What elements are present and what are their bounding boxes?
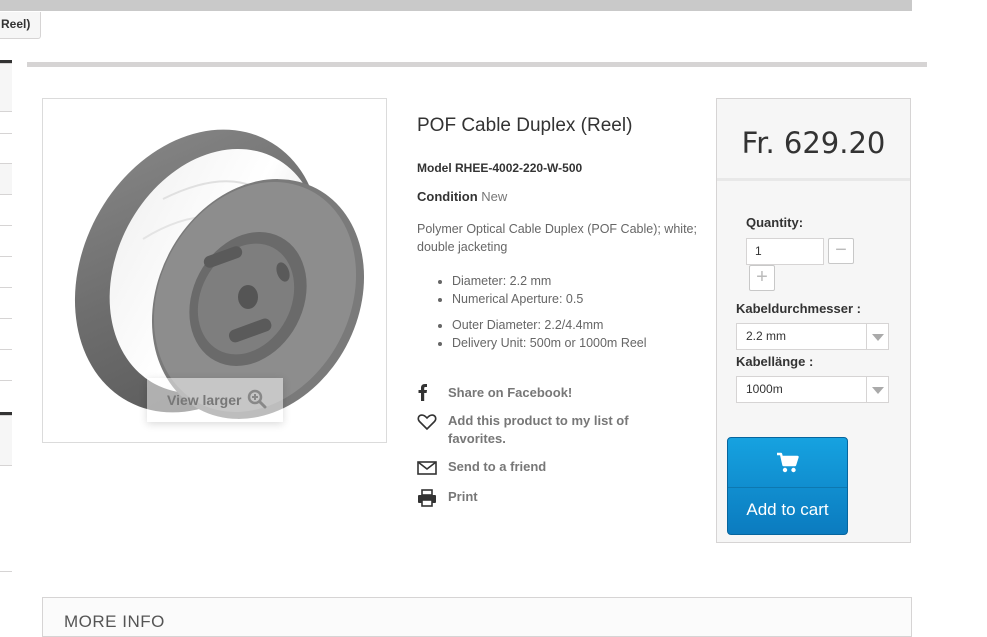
product-price: Fr. 629.20 <box>741 126 886 160</box>
spec-item: Numerical Aperture: 0.5 <box>452 290 697 308</box>
section-divider <box>27 62 927 67</box>
breadcrumb-label[interactable]: Reel) <box>1 17 30 31</box>
breadcrumb[interactable]: Reel) <box>0 12 42 39</box>
cart-button-divider <box>728 487 847 488</box>
product-model: Model RHEE-4002-220-W-500 <box>417 161 697 175</box>
add-to-cart-button[interactable]: Add to cart <box>727 437 848 535</box>
more-info-section: MORE INFO <box>42 597 912 637</box>
quantity-plus-button[interactable]: + <box>749 265 775 291</box>
product-actions: Share on Facebook! Add this product to m… <box>417 384 657 507</box>
buy-box: Fr. 629.20 Quantity: 1 − + Kabeldurchmes… <box>716 98 911 543</box>
top-bar <box>0 0 912 11</box>
share-facebook-link[interactable]: Share on Facebook! <box>417 384 657 402</box>
product-title: POF Cable Duplex (Reel) <box>417 115 633 136</box>
left-column-row <box>0 226 12 257</box>
left-column-block <box>0 64 12 112</box>
diameter-select[interactable]: 2.2 mm <box>736 323 889 350</box>
length-select-value[interactable]: 1000m <box>746 382 783 396</box>
envelope-icon <box>417 461 437 475</box>
spec-item: Outer Diameter: 2.2/4.4mm <box>452 316 697 334</box>
quantity-input[interactable]: 1 <box>746 238 824 265</box>
spec-item: Delivery Unit: 500m or 1000m Reel <box>452 334 697 352</box>
left-column-row <box>0 288 12 319</box>
add-to-cart-label[interactable]: Add to cart <box>728 500 847 520</box>
quantity-minus-button[interactable]: − <box>828 238 854 264</box>
add-to-favorites-label[interactable]: Add this product to my list of favorites… <box>448 413 629 446</box>
add-to-favorites-link[interactable]: Add this product to my list of favorites… <box>417 412 657 448</box>
share-facebook-label[interactable]: Share on Facebook! <box>448 385 572 400</box>
view-larger-button[interactable]: View larger <box>147 378 283 422</box>
model-value: RHEE-4002-220-W-500 <box>455 161 583 175</box>
product-condition: Condition New <box>417 189 697 204</box>
facebook-icon <box>418 384 427 401</box>
left-column-row <box>0 350 12 381</box>
left-column-row <box>0 195 12 226</box>
heart-icon <box>417 414 437 431</box>
left-column-row <box>0 112 12 134</box>
spec-item: Diameter: 2.2 mm <box>452 272 697 290</box>
cart-icon <box>776 452 799 473</box>
condition-value: New <box>481 189 508 204</box>
print-link[interactable]: Print <box>417 488 657 507</box>
send-to-friend-link[interactable]: Send to a friend <box>417 458 657 476</box>
print-label[interactable]: Print <box>448 489 478 504</box>
price-area: Fr. 629.20 <box>717 99 910 181</box>
left-column-block <box>0 416 12 466</box>
left-column-row <box>0 134 12 164</box>
view-larger-label: View larger <box>167 392 242 408</box>
quantity-label: Quantity: <box>746 215 804 230</box>
zoom-icon <box>247 389 267 409</box>
left-column-fragment <box>0 60 12 580</box>
product-image-frame[interactable]: View larger <box>42 98 387 443</box>
product-info: POF Cable Duplex (Reel) Model RHEE-4002-… <box>417 113 697 352</box>
product-specs: Diameter: 2.2 mm Numerical Aperture: 0.5… <box>417 272 697 352</box>
left-column-row <box>0 319 12 350</box>
diameter-select-value[interactable]: 2.2 mm <box>746 329 786 343</box>
condition-label: Condition <box>417 189 478 204</box>
length-select[interactable]: 1000m <box>736 376 889 403</box>
print-icon <box>418 489 436 507</box>
product-description: Polymer Optical Cable Duplex (POF Cable)… <box>417 222 697 254</box>
length-label: Kabellänge : <box>736 354 814 369</box>
left-column-row <box>0 257 12 288</box>
left-column-row <box>0 164 12 195</box>
diameter-label: Kabeldurchmesser : <box>736 301 861 316</box>
send-to-friend-label[interactable]: Send to a friend <box>448 459 546 474</box>
model-label: Model <box>417 161 452 175</box>
chevron-down-icon[interactable] <box>866 324 888 349</box>
more-info-heading: MORE INFO <box>64 612 165 631</box>
left-column-row <box>0 466 12 572</box>
chevron-down-icon[interactable] <box>866 377 888 402</box>
